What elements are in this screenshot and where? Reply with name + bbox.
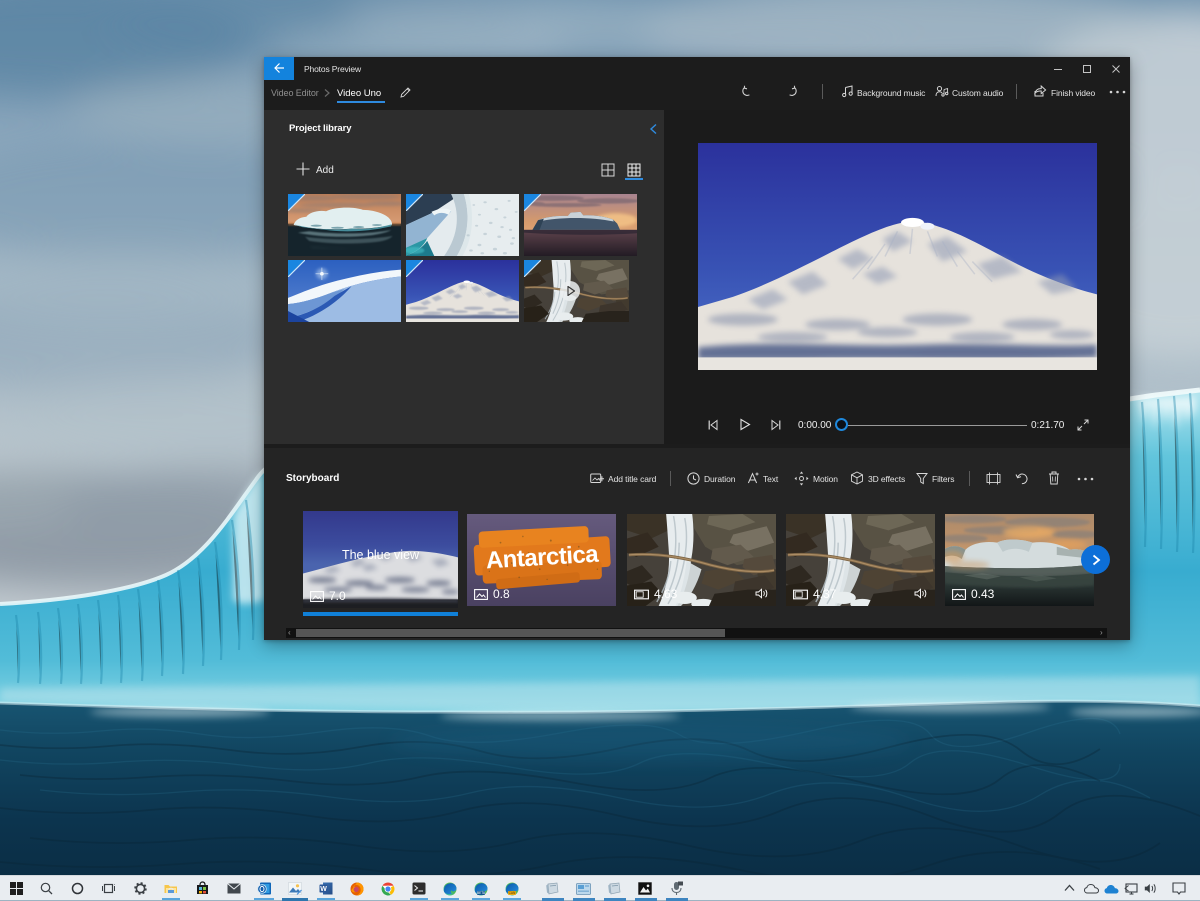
svg-text:CAN: CAN: [509, 891, 516, 895]
svg-text:W: W: [320, 886, 327, 893]
svg-text:BETA: BETA: [477, 891, 486, 895]
